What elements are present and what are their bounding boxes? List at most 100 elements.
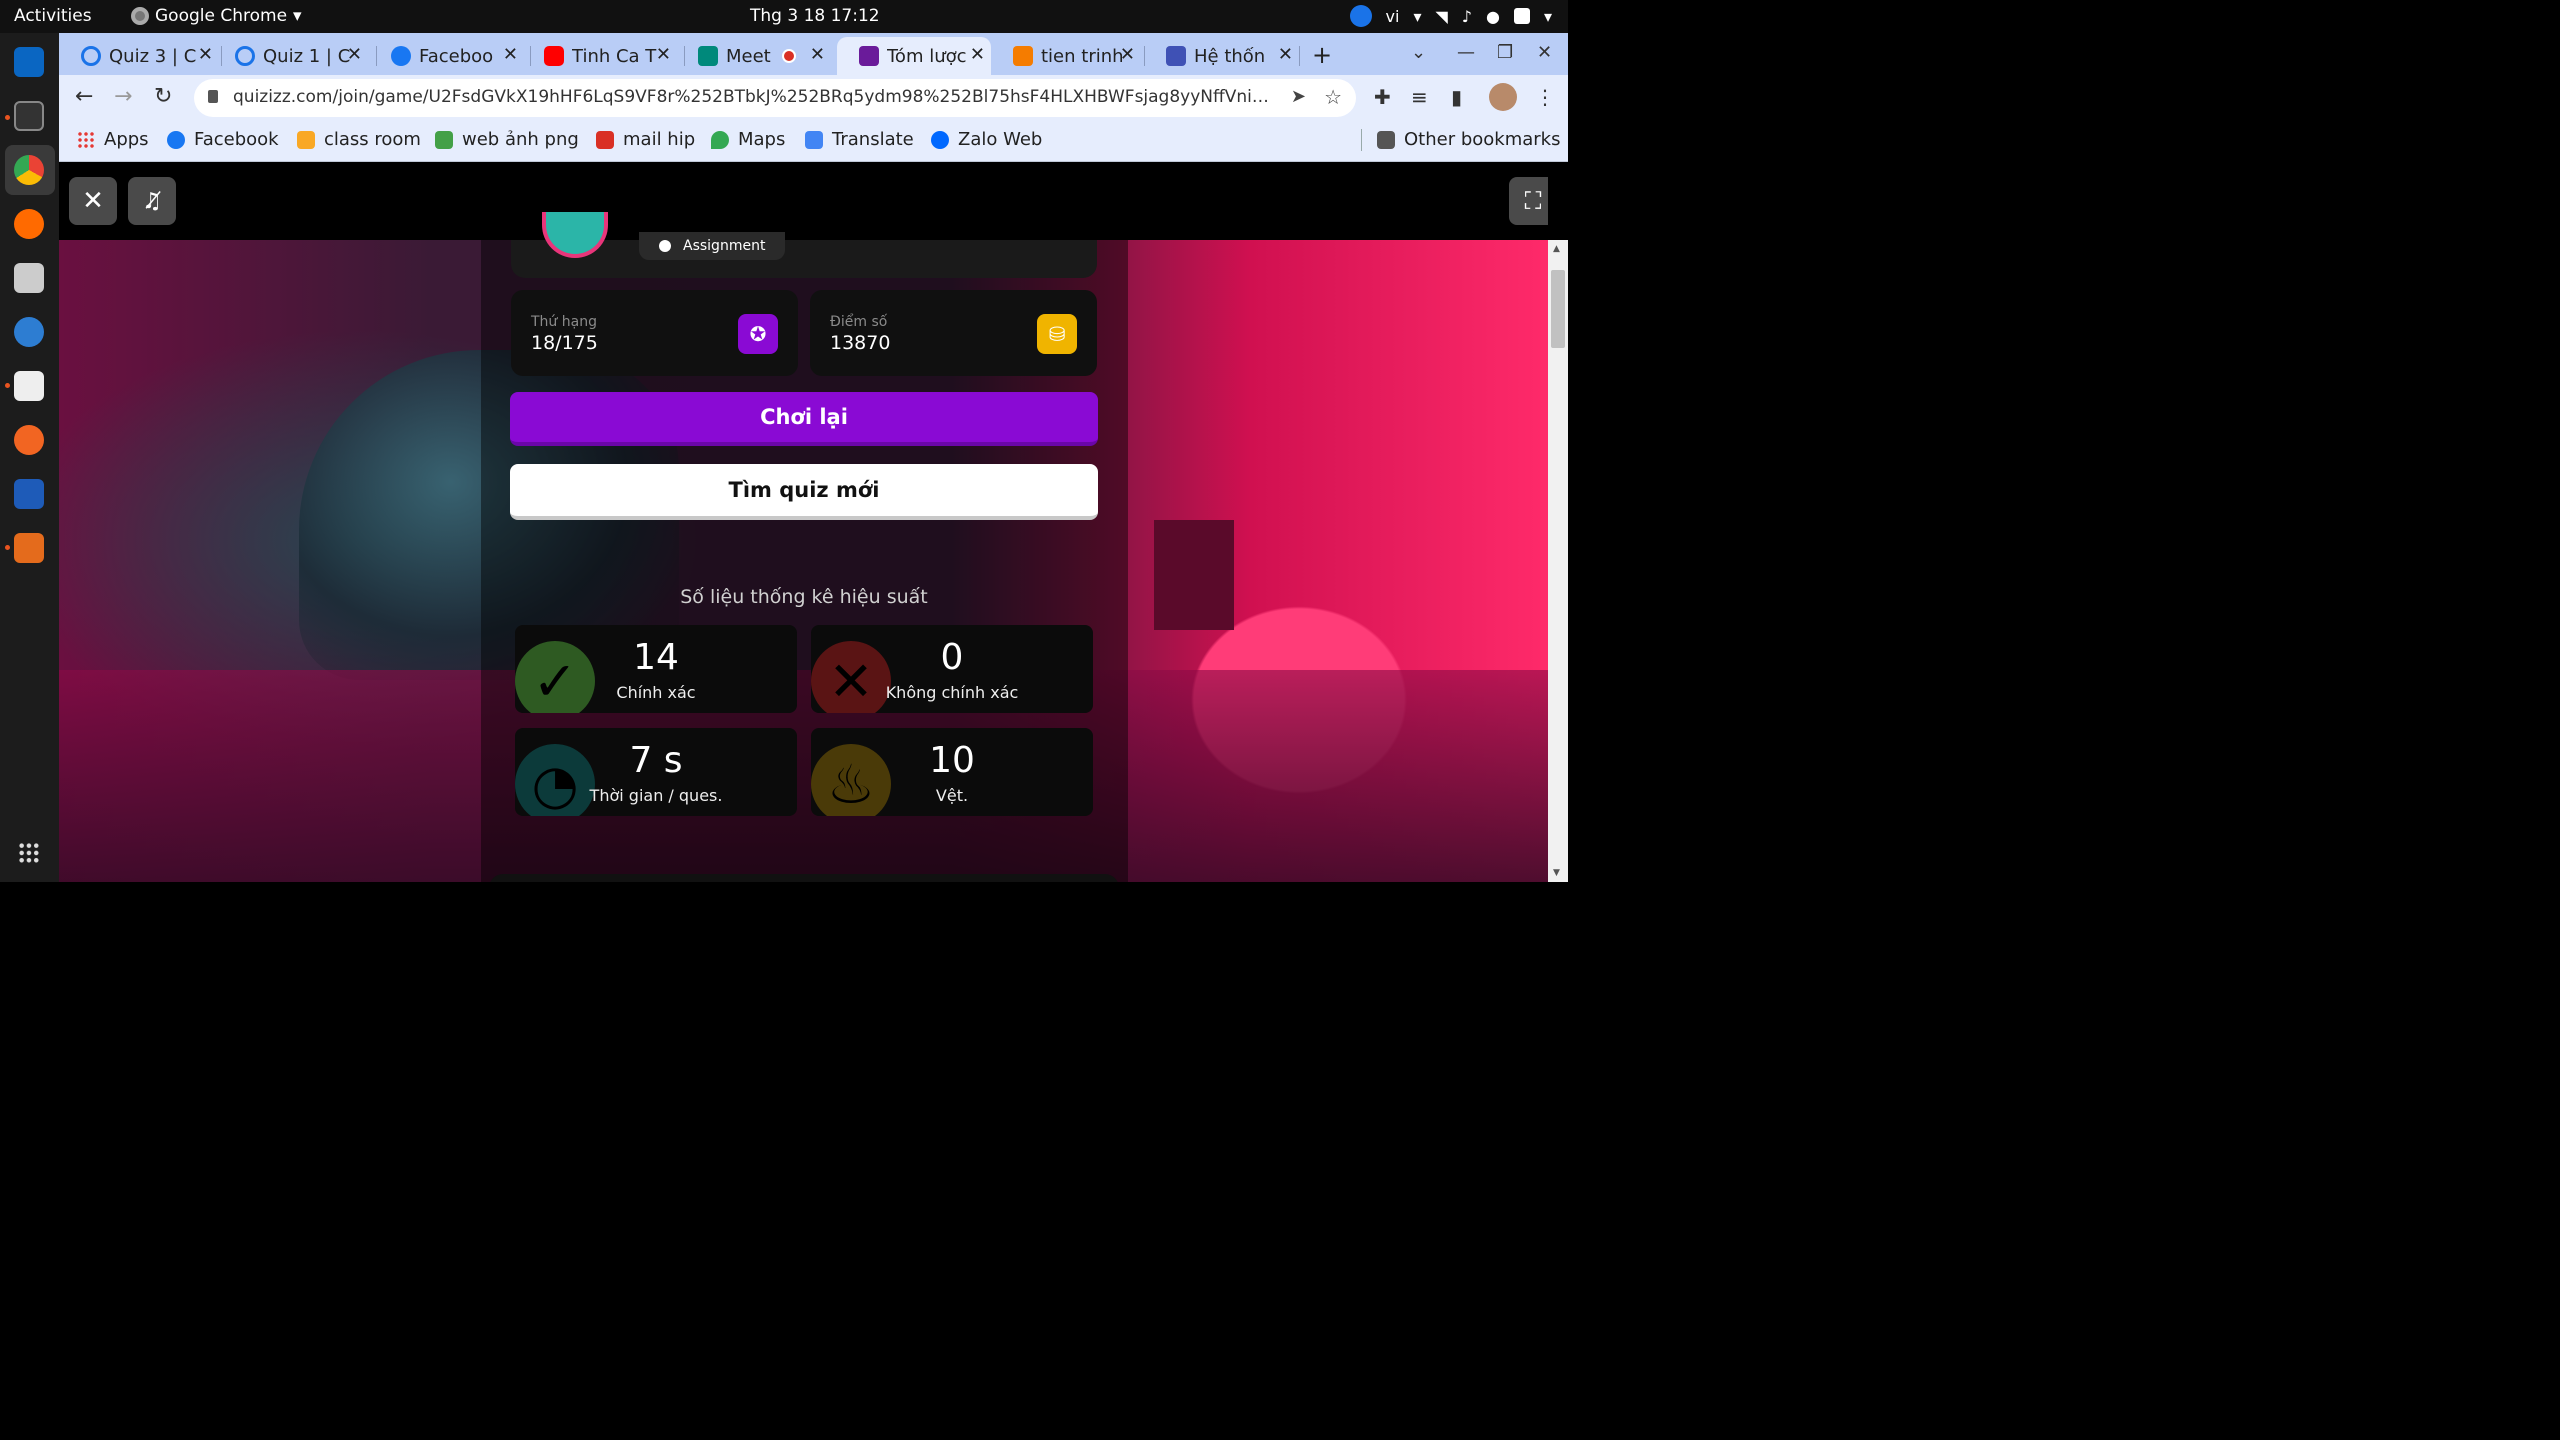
classroom-icon <box>297 130 315 149</box>
tab[interactable]: Quiz 1 | C ✕ <box>213 37 368 75</box>
draw-app-icon[interactable] <box>14 425 44 455</box>
close-icon[interactable]: ✕ <box>810 44 825 65</box>
bookmark-facebook[interactable]: Facebook <box>167 129 279 150</box>
terminal-icon[interactable] <box>14 101 44 131</box>
scroll-down-icon[interactable]: ▼ <box>1553 868 1560 878</box>
thunderbird-icon[interactable] <box>14 317 44 347</box>
input-language[interactable]: vi <box>1386 7 1400 26</box>
coins-icon: ⛁ <box>1037 314 1077 354</box>
kebab-menu-icon[interactable]: ⋮ <box>1535 85 1555 109</box>
fullscreen-icon: ⛶ <box>1524 187 1542 215</box>
assignment-badge: Assignment <box>639 232 785 260</box>
activities-button[interactable]: Activities <box>14 6 92 26</box>
incorrect-stat-card: ✕ 0 Không chính xác <box>811 625 1093 713</box>
streak-count: 10 <box>929 740 975 781</box>
close-icon[interactable]: ✕ <box>503 44 518 65</box>
score-label: Điểm số <box>830 314 888 330</box>
bookmark-label: web ảnh png <box>462 129 579 150</box>
tab-active[interactable]: Tóm lược ✕ <box>837 37 991 75</box>
time-stat-card: ◔ 7 s Thời gian / ques. <box>515 728 797 816</box>
profile-avatar[interactable] <box>1489 83 1517 111</box>
writer-icon[interactable] <box>14 479 44 509</box>
firefox-icon[interactable] <box>14 209 44 239</box>
tab-title: Tóm lược <box>887 45 967 67</box>
extensions-icon[interactable]: ✚ <box>1374 85 1391 109</box>
url-text[interactable]: quizizz.com/join/game/U2FsdGVkX19hHF6LqS… <box>233 87 1273 107</box>
bookmark-mail-hip[interactable]: mail hip <box>596 129 695 150</box>
system-tray[interactable]: vi ▾ ◥ ♪ ● ▾ <box>1349 5 1552 27</box>
close-window-icon[interactable]: ✕ <box>1537 42 1552 63</box>
files-icon[interactable] <box>14 263 44 293</box>
bookmark-apps[interactable]: Apps <box>77 129 149 150</box>
teamviewer-icon[interactable] <box>1349 5 1372 27</box>
app-menu[interactable]: Google Chrome ▾ <box>131 6 302 26</box>
quiz-page: ✕ ♫̸ ⛶ Assignment Thứ hạng 18/175 ✪ Điểm… <box>59 162 1548 882</box>
show-apps-icon[interactable] <box>18 842 40 864</box>
close-icon[interactable]: ✕ <box>198 44 213 65</box>
send-icon[interactable]: ➤ <box>1291 86 1306 107</box>
vscode-icon[interactable] <box>14 47 44 77</box>
caret-down-icon: ▾ <box>1413 6 1422 26</box>
tab[interactable]: Meet ✕ <box>676 37 831 75</box>
apps-grid-icon <box>77 130 95 149</box>
correct-count: 14 <box>633 637 679 678</box>
reload-icon[interactable]: ↻ <box>154 84 172 109</box>
forward-icon[interactable]: → <box>114 84 132 109</box>
facebook-icon <box>167 130 185 149</box>
bookmark-zalo[interactable]: Zalo Web <box>931 129 1042 150</box>
other-bookmarks[interactable]: Other bookmarks <box>1377 129 1560 150</box>
performance-stats-title: Số liệu thống kê hiệu suất <box>680 586 928 608</box>
bookmark-star-icon[interactable]: ☆ <box>1324 85 1342 109</box>
page-scrollbar[interactable]: ▲ ▼ <box>1548 240 1568 882</box>
address-bar[interactable]: quizizz.com/join/game/U2FsdGVkX19hHF6LqS… <box>194 79 1356 117</box>
close-quiz-button[interactable]: ✕ <box>69 177 117 225</box>
impress-icon[interactable] <box>14 533 44 563</box>
tab[interactable]: Tinh Ca T ✕ <box>522 37 677 75</box>
play-again-button[interactable]: Chơi lại <box>510 392 1098 446</box>
tab[interactable]: Quiz 3 | C ✕ <box>59 37 219 75</box>
text-editor-icon[interactable] <box>14 371 44 401</box>
maximize-icon[interactable]: ❐ <box>1497 42 1513 63</box>
bookmark-maps[interactable]: Maps <box>711 129 785 150</box>
bookmark-classroom[interactable]: class room <box>297 129 421 150</box>
music-toggle-button[interactable]: ♫̸ <box>128 177 176 225</box>
correct-caption: Chính xác <box>616 683 696 702</box>
tab[interactable]: Faceboo ✕ <box>369 37 524 75</box>
quiz-favicon-icon <box>81 46 101 66</box>
quiz-favicon-icon <box>235 46 255 66</box>
close-icon[interactable]: ✕ <box>1120 44 1135 65</box>
close-icon[interactable]: ✕ <box>970 44 985 65</box>
bookmark-divider <box>1361 129 1362 151</box>
bookmark-label: Other bookmarks <box>1404 129 1561 150</box>
scroll-up-icon[interactable]: ▲ <box>1553 244 1560 254</box>
tab[interactable]: tien trinh ✕ <box>991 37 1141 75</box>
new-tab-button[interactable]: + <box>1312 41 1332 69</box>
clock-icon <box>659 240 671 252</box>
fullscreen-button[interactable]: ⛶ <box>1509 177 1548 225</box>
tab-search-icon[interactable]: ⌄ <box>1411 42 1426 63</box>
scrollbar-thumb[interactable] <box>1551 270 1565 348</box>
back-icon[interactable]: ← <box>75 84 93 109</box>
facebook-icon <box>391 46 411 66</box>
close-icon[interactable]: ✕ <box>1278 44 1293 65</box>
chrome-icon[interactable] <box>14 155 44 185</box>
recording-icon <box>782 49 796 63</box>
tab-title: Meet <box>726 45 771 67</box>
clock[interactable]: Thg 3 18 17:12 <box>750 6 880 26</box>
caret-down-icon: ▾ <box>1543 6 1552 26</box>
score-card: Điểm số 13870 ⛁ <box>810 290 1097 376</box>
bookmark-web-anh-png[interactable]: web ảnh png <box>435 129 579 150</box>
close-icon[interactable]: ✕ <box>347 44 362 65</box>
incorrect-caption: Không chính xác <box>885 683 1019 702</box>
media-control-icon[interactable]: ≡ <box>1411 85 1428 109</box>
find-new-quiz-button[interactable]: Tìm quiz mới <box>510 464 1098 520</box>
bookmark-translate[interactable]: Translate <box>805 129 914 150</box>
time-caption: Thời gian / ques. <box>589 786 723 805</box>
close-icon[interactable]: ✕ <box>656 44 671 65</box>
minimize-icon[interactable]: — <box>1457 42 1475 63</box>
side-panel-icon[interactable]: ▮ <box>1451 85 1462 109</box>
quizizz-icon <box>859 46 879 66</box>
app-menu-label: Google Chrome <box>155 6 288 26</box>
tab[interactable]: Hệ thốn ✕ <box>1144 37 1299 75</box>
time-per-question: 7 s <box>629 740 683 781</box>
